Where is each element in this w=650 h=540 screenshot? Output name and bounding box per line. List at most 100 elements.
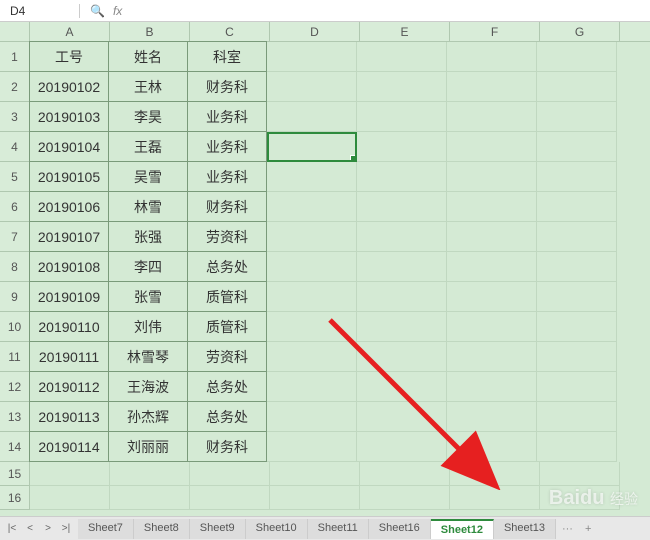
cell[interactable] [450, 486, 540, 510]
cell[interactable]: 劳资科 [187, 341, 267, 372]
cell[interactable]: 20190110 [29, 311, 109, 342]
cell[interactable] [537, 102, 617, 132]
cell[interactable] [267, 282, 357, 312]
cell[interactable]: 20190102 [29, 71, 109, 102]
cell[interactable]: 孙杰辉 [108, 401, 188, 432]
col-header-B[interactable]: B [110, 22, 190, 41]
row-header[interactable]: 10 [0, 312, 30, 342]
cell[interactable] [357, 42, 447, 72]
cell[interactable] [357, 282, 447, 312]
cell[interactable]: 林雪琴 [108, 341, 188, 372]
cell[interactable] [537, 222, 617, 252]
col-header-F[interactable]: F [450, 22, 540, 41]
cell[interactable] [357, 222, 447, 252]
cell[interactable] [537, 252, 617, 282]
row-header[interactable]: 2 [0, 72, 30, 102]
nav-last-icon[interactable]: >| [58, 521, 74, 537]
cell[interactable]: 李昊 [108, 101, 188, 132]
sheet-tab[interactable]: Sheet10 [246, 519, 308, 539]
cell[interactable] [267, 162, 357, 192]
cell[interactable] [267, 432, 357, 462]
cell[interactable] [537, 372, 617, 402]
search-icon[interactable]: 🔍 [90, 4, 105, 18]
cell[interactable] [537, 192, 617, 222]
cell[interactable] [540, 462, 620, 486]
cell[interactable]: 财务科 [187, 191, 267, 222]
cell[interactable]: 总务处 [187, 251, 267, 282]
cell[interactable]: 刘伟 [108, 311, 188, 342]
cell[interactable] [540, 486, 620, 510]
cell[interactable] [537, 312, 617, 342]
col-header-E[interactable]: E [360, 22, 450, 41]
cell[interactable]: 劳资科 [187, 221, 267, 252]
cell[interactable] [537, 282, 617, 312]
cell[interactable] [450, 462, 540, 486]
cell[interactable]: 质管科 [187, 311, 267, 342]
cell[interactable] [357, 252, 447, 282]
cell[interactable]: 林雪 [108, 191, 188, 222]
cell[interactable] [537, 432, 617, 462]
cell[interactable] [190, 486, 270, 510]
cell[interactable]: 20190104 [29, 131, 109, 162]
cell[interactable]: 财务科 [187, 431, 267, 462]
cell[interactable] [447, 402, 537, 432]
row-header[interactable]: 5 [0, 162, 30, 192]
select-all-corner[interactable] [0, 22, 30, 41]
cell[interactable]: 张雪 [108, 281, 188, 312]
cell[interactable] [447, 162, 537, 192]
nav-prev-icon[interactable]: < [22, 521, 38, 537]
cell[interactable] [267, 192, 357, 222]
row-header[interactable]: 13 [0, 402, 30, 432]
cell[interactable] [357, 102, 447, 132]
sheet-tab[interactable]: Sheet12 [431, 519, 494, 539]
cell[interactable] [110, 462, 190, 486]
cell[interactable] [447, 312, 537, 342]
cell[interactable] [267, 402, 357, 432]
cell[interactable] [357, 72, 447, 102]
cell[interactable]: 20190103 [29, 101, 109, 132]
cell[interactable] [447, 282, 537, 312]
cell[interactable]: 财务科 [187, 71, 267, 102]
cell[interactable]: 吴雪 [108, 161, 188, 192]
cell[interactable]: 质管科 [187, 281, 267, 312]
row-header[interactable]: 1 [0, 42, 30, 72]
cell[interactable] [360, 486, 450, 510]
tab-more-icon[interactable]: ··· [556, 523, 579, 535]
cell[interactable] [447, 42, 537, 72]
fx-icon[interactable]: fx [113, 4, 122, 18]
cell[interactable] [267, 312, 357, 342]
cell[interactable] [267, 222, 357, 252]
cell[interactable]: 20190114 [29, 431, 109, 462]
cell[interactable] [360, 462, 450, 486]
nav-next-icon[interactable]: > [40, 521, 56, 537]
cell[interactable]: 姓名 [108, 41, 188, 72]
cell[interactable] [447, 222, 537, 252]
cell[interactable]: 王林 [108, 71, 188, 102]
row-header[interactable]: 11 [0, 342, 30, 372]
sheet-tab[interactable]: Sheet7 [78, 519, 134, 539]
cell[interactable] [537, 402, 617, 432]
cell[interactable]: 20190113 [29, 401, 109, 432]
cell[interactable]: 王磊 [108, 131, 188, 162]
cell[interactable] [267, 72, 357, 102]
cell[interactable] [357, 432, 447, 462]
col-header-C[interactable]: C [190, 22, 270, 41]
sheet-tab[interactable]: Sheet16 [369, 519, 431, 539]
cell[interactable] [267, 342, 357, 372]
sheet-tab[interactable]: Sheet11 [308, 519, 369, 539]
cell[interactable] [267, 252, 357, 282]
col-header-D[interactable]: D [270, 22, 360, 41]
row-header[interactable]: 15 [0, 462, 30, 486]
cell[interactable] [190, 462, 270, 486]
cell[interactable]: 王海波 [108, 371, 188, 402]
cell[interactable] [357, 402, 447, 432]
cell[interactable] [537, 342, 617, 372]
cell[interactable] [447, 72, 537, 102]
cell[interactable] [357, 192, 447, 222]
row-header[interactable]: 3 [0, 102, 30, 132]
cell[interactable] [537, 42, 617, 72]
cell[interactable]: 科室 [187, 41, 267, 72]
cell[interactable]: 业务科 [187, 161, 267, 192]
row-header[interactable]: 14 [0, 432, 30, 462]
cell[interactable] [447, 432, 537, 462]
